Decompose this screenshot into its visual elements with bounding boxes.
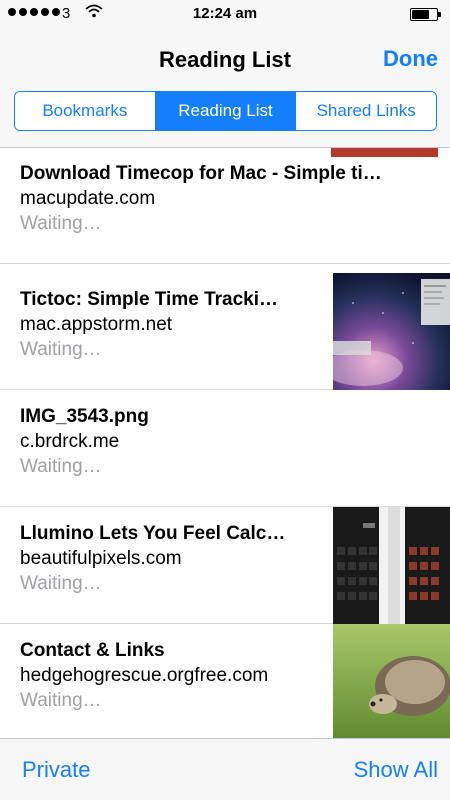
item-host: mac.appstorm.net bbox=[20, 314, 173, 335]
tab-shared-links[interactable]: Shared Links bbox=[296, 92, 436, 130]
item-host: macupdate.com bbox=[20, 188, 156, 209]
list-item[interactable]: Contact & Links hedgehogrescue.orgfree.c… bbox=[0, 624, 450, 738]
calculator-screenshot-thumbnail bbox=[333, 507, 450, 624]
item-title: Contact & Links bbox=[20, 640, 165, 661]
item-status: Waiting… bbox=[20, 573, 102, 594]
battery-icon bbox=[410, 8, 441, 21]
item-host: beautifulpixels.com bbox=[20, 548, 182, 569]
hedgehog-photo-thumbnail bbox=[333, 624, 450, 738]
navigation-bar: Reading List Done Bookmarks Reading List… bbox=[0, 30, 450, 148]
item-title: IMG_3543.png bbox=[20, 406, 149, 427]
list-item[interactable]: Llumino Lets You Feel Calc… beautifulpix… bbox=[0, 507, 450, 624]
segmented-control: Bookmarks Reading List Shared Links bbox=[14, 91, 437, 131]
private-button[interactable]: Private bbox=[22, 757, 90, 783]
list-item[interactable]: Tictoc: Simple Time Tracki… mac.appstorm… bbox=[0, 273, 450, 390]
bottom-toolbar: Private Show All bbox=[0, 738, 450, 800]
galaxy-screenshot-thumbnail bbox=[333, 273, 450, 390]
item-host: c.brdrck.me bbox=[20, 431, 120, 452]
status-time: 12:24 am bbox=[192, 5, 258, 22]
status-bar: 3 12:24 am bbox=[0, 0, 450, 30]
item-title: Tictoc: Simple Time Tracki… bbox=[20, 289, 279, 310]
item-status: Waiting… bbox=[20, 690, 102, 711]
item-title: Download Timecop for Mac - Simple ti… bbox=[20, 163, 382, 184]
tab-reading-list[interactable]: Reading List bbox=[155, 92, 297, 130]
battery-level bbox=[412, 10, 429, 19]
item-status: Waiting… bbox=[20, 456, 102, 477]
item-status: Waiting… bbox=[20, 213, 102, 234]
item-title: Llumino Lets You Feel Calc… bbox=[20, 523, 286, 544]
item-host: hedgehogrescue.orgfree.com bbox=[20, 665, 269, 686]
list-item[interactable]: Download Timecop for Mac - Simple ti… ma… bbox=[0, 148, 450, 264]
list-item[interactable]: IMG_3543.png c.brdrck.me Waiting… bbox=[0, 390, 450, 507]
reading-list[interactable]: Download Timecop for Mac - Simple ti… ma… bbox=[0, 148, 450, 738]
show-all-button[interactable]: Show All bbox=[354, 757, 438, 783]
tab-bookmarks[interactable]: Bookmarks bbox=[15, 92, 156, 130]
item-status: Waiting… bbox=[20, 339, 102, 360]
done-button[interactable]: Done bbox=[383, 46, 438, 72]
